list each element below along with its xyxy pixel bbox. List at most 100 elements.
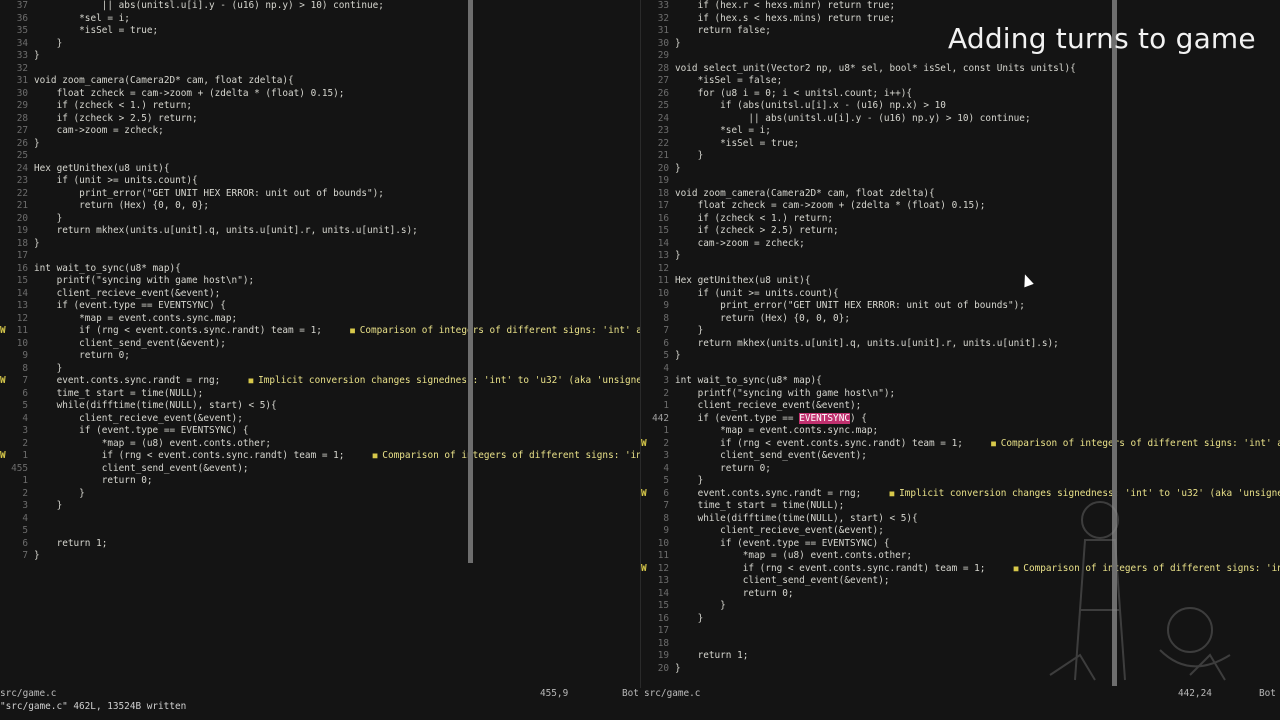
code-line[interactable]: 20 }: [0, 213, 640, 226]
code-segment: *sel = i;: [675, 125, 771, 136]
code-line[interactable]: 4 client_recieve_event(&event);: [0, 413, 640, 426]
code-text: void zoom_camera(Camera2D* cam, float zd…: [34, 75, 294, 88]
code-line[interactable]: 11 Hex getUnithex(u8 unit){: [641, 275, 1280, 288]
code-line[interactable]: 30 float zcheck = cam->zoom + (zdelta * …: [0, 88, 640, 101]
code-text: int wait_to_sync(u8* map){: [34, 263, 181, 276]
code-line[interactable]: 4: [641, 363, 1280, 376]
code-line[interactable]: 3 client_send_event(&event);: [641, 450, 1280, 463]
code-segment: if (rng < event.conts.sync.randt) team =…: [34, 325, 351, 336]
command-line[interactable]: "src/game.c" 462L, 13524B written: [0, 701, 186, 713]
code-line[interactable]: 18 void zoom_camera(Camera2D* cam, float …: [641, 188, 1280, 201]
line-number: 17: [16, 250, 28, 261]
code-line[interactable]: 6 time_t start = time(NULL);: [0, 388, 640, 401]
code-line[interactable]: 3 int wait_to_sync(u8* map){: [641, 375, 1280, 388]
code-line[interactable]: 6 return 1;: [0, 538, 640, 551]
code-line[interactable]: 27 *isSel = false;: [641, 75, 1280, 88]
code-line[interactable]: 16 if (zcheck < 1.) return;: [641, 213, 1280, 226]
line-number: 25: [657, 100, 669, 111]
code-line[interactable]: 13 if (event.type == EVENTSYNC) {: [0, 300, 640, 313]
code-line[interactable]: 24 Hex getUnithex(u8 unit){: [0, 163, 640, 176]
code-line[interactable]: 15 if (zcheck > 2.5) return;: [641, 225, 1280, 238]
code-line[interactable]: W2 if (rng < event.conts.sync.randt) tea…: [641, 438, 1280, 451]
code-line[interactable]: 21 return (Hex) {0, 0, 0};: [0, 200, 640, 213]
code-line[interactable]: 36 *sel = i;: [0, 13, 640, 26]
code-line-current[interactable]: 442 if (event.type == EVENTSYNC) {: [641, 412, 1280, 426]
code-line[interactable]: 3 }: [0, 500, 640, 513]
code-line[interactable]: 37 || abs(unitsl.u[i].y - (u16) np.y) > …: [0, 0, 640, 13]
code-line[interactable]: 10 if (unit >= units.count){: [641, 288, 1280, 301]
code-line[interactable]: 5: [0, 525, 640, 538]
code-line[interactable]: 2 *map = (u8) event.conts.other;: [0, 438, 640, 451]
code-line[interactable]: 23 if (unit >= units.count){: [0, 175, 640, 188]
code-line[interactable]: 19: [641, 175, 1280, 188]
code-line[interactable]: 29 if (zcheck < 1.) return;: [0, 100, 640, 113]
code-line[interactable]: 20}: [641, 163, 1280, 176]
code-line[interactable]: 25 if (abs(unitsl.u[i].x - (u16) np.x) >…: [641, 100, 1280, 113]
line-number: 14: [657, 587, 669, 599]
code-line[interactable]: 33 if (hex.r < hexs.minr) return true;: [641, 0, 1280, 13]
code-line[interactable]: 9 print_error("GET UNIT HEX ERROR: unit …: [641, 300, 1280, 313]
code-line[interactable]: 34 }: [0, 38, 640, 51]
code-line[interactable]: 35 *isSel = true;: [0, 25, 640, 38]
code-line[interactable]: 8 }: [0, 363, 640, 376]
line-number: 10: [657, 537, 669, 549]
code-line[interactable]: 22 *isSel = true;: [641, 138, 1280, 151]
line-number: 20: [657, 162, 669, 174]
code-line[interactable]: 28 void select_unit(Vector2 np, u8* sel, …: [641, 63, 1280, 76]
code-segment: client_recieve_event(&event);: [675, 400, 862, 411]
code-line[interactable]: 21 }: [641, 150, 1280, 163]
code-line[interactable]: 455 client_send_event(&event);: [0, 463, 640, 476]
code-line[interactable]: 26 for (u8 i = 0; i < unitsl.count; i++)…: [641, 88, 1280, 101]
line-number: 14: [16, 287, 28, 299]
code-line[interactable]: 14 client_recieve_event(&event);: [0, 288, 640, 301]
code-line[interactable]: W 11 if (rng < event.conts.sync.randt) te…: [0, 325, 640, 338]
code-line[interactable]: 26}: [0, 138, 640, 151]
code-line[interactable]: 18}: [0, 238, 640, 251]
code-line[interactable]: 17 float zcheck = cam->zoom + (zdelta * …: [641, 200, 1280, 213]
code-line[interactable]: 5}: [641, 350, 1280, 363]
code-line[interactable]: 5 while(difftime(time(NULL), start) < 5)…: [0, 400, 640, 413]
code-area-left[interactable]: 37 || abs(unitsl.u[i].y - (u16) np.y) > …: [0, 0, 640, 563]
code-line[interactable]: 8 return (Hex) {0, 0, 0};: [641, 313, 1280, 326]
code-line[interactable]: 2 }: [0, 488, 640, 501]
code-line[interactable]: 7 }: [641, 325, 1280, 338]
code-line[interactable]: W1 if (rng < event.conts.sync.randt) tea…: [0, 450, 640, 463]
code-line[interactable]: 1 *map = event.conts.sync.map;: [641, 425, 1280, 438]
code-line[interactable]: 1 return 0;: [0, 475, 640, 488]
line-number: 3: [22, 500, 28, 511]
code-line[interactable]: 16 int wait_to_sync(u8* map){: [0, 263, 640, 276]
code-line[interactable]: 12: [641, 263, 1280, 276]
code-line[interactable]: 22 print_error("GET UNIT HEX ERROR: unit…: [0, 188, 640, 201]
code-line[interactable]: 3 if (event.type == EVENTSYNC) {: [0, 425, 640, 438]
code-line[interactable]: 31 void zoom_camera(Camera2D* cam, float …: [0, 75, 640, 88]
code-line[interactable]: 4: [0, 513, 640, 526]
code-line[interactable]: 1 client_recieve_event(&event);: [641, 400, 1280, 413]
code-line[interactable]: 32: [0, 63, 640, 76]
code-line[interactable]: 14 cam->zoom = zcheck;: [641, 238, 1280, 251]
line-number: 31: [657, 25, 669, 36]
code-text: if (zcheck > 2.5) return;: [34, 113, 198, 126]
line-number: 11: [657, 550, 669, 561]
code-line[interactable]: 2 printf("syncing with game host\n");: [641, 388, 1280, 401]
code-line[interactable]: 25: [0, 150, 640, 163]
code-line[interactable]: 28 if (zcheck > 2.5) return;: [0, 113, 640, 126]
code-line[interactable]: 4 return 0;: [641, 463, 1280, 476]
code-line[interactable]: 12 *map = event.conts.sync.map;: [0, 313, 640, 326]
code-line[interactable]: 23 *sel = i;: [641, 125, 1280, 138]
code-line[interactable]: 9 return 0;: [0, 350, 640, 363]
code-segment: }: [675, 600, 726, 611]
code-line[interactable]: 33}: [0, 50, 640, 63]
line-number: 2: [663, 437, 669, 449]
code-line[interactable]: 27 cam->zoom = zcheck;: [0, 125, 640, 138]
code-line[interactable]: 15 printf("syncing with game host\n");: [0, 275, 640, 288]
scroll-indicator-left: [468, 0, 473, 563]
code-line[interactable]: 13}: [641, 250, 1280, 263]
code-line[interactable]: 6 return mkhex(units.u[unit].q, units.u[…: [641, 338, 1280, 351]
editor-pane-left[interactable]: 37 || abs(unitsl.u[i].y - (u16) np.y) > …: [0, 0, 640, 686]
code-line[interactable]: 10 client_send_event(&event);: [0, 338, 640, 351]
code-line[interactable]: 19 return mkhex(units.u[unit].q, units.u…: [0, 225, 640, 238]
code-line[interactable]: 7}: [0, 550, 640, 563]
code-line[interactable]: 17: [0, 250, 640, 263]
code-line[interactable]: W7 event.conts.sync.randt = rng; Implici…: [0, 375, 640, 388]
code-line[interactable]: 24 || abs(unitsl.u[i].y - (u16) np.y) > …: [641, 113, 1280, 126]
